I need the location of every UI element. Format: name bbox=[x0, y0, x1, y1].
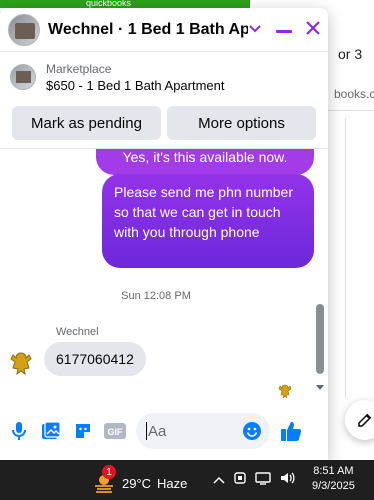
chat-title[interactable]: Wechnel · 1 Bed 1 Bath Ap... bbox=[48, 21, 248, 39]
message-input[interactable]: Aa bbox=[136, 413, 270, 449]
tray-app-icon[interactable] bbox=[233, 471, 247, 490]
new-message-button[interactable] bbox=[345, 400, 374, 440]
listing-thumbnail bbox=[10, 64, 36, 90]
scroll-down-arrow-icon[interactable] bbox=[316, 385, 324, 390]
message-timestamp: Sun 12:08 PM bbox=[121, 290, 191, 302]
notification-badge: 1 bbox=[102, 465, 116, 479]
message-composer: GIF Aa bbox=[0, 408, 328, 454]
outgoing-message[interactable]: Please send me phn number so that we can… bbox=[102, 174, 314, 268]
like-thumbs-up-icon[interactable] bbox=[280, 420, 302, 442]
weather-widget[interactable]: 1 29°C Haze bbox=[92, 465, 188, 494]
more-options-button[interactable]: More options bbox=[167, 106, 316, 140]
message-scrollbar[interactable] bbox=[316, 149, 324, 397]
chat-window: Wechnel · 1 Bed 1 Bath Ap... Marketplace… bbox=[0, 8, 328, 460]
quickbooks-logo-text: quickbooks bbox=[86, 0, 132, 8]
system-tray bbox=[213, 471, 295, 490]
weather-condition: Haze bbox=[157, 475, 188, 491]
mark-as-pending-button[interactable]: Mark as pending bbox=[12, 106, 161, 140]
gif-icon[interactable]: GIF bbox=[104, 420, 126, 442]
chevron-up-icon[interactable] bbox=[213, 472, 225, 490]
sender-name: Wechnel bbox=[56, 326, 99, 338]
compose-icon bbox=[358, 413, 372, 427]
clock-date: 9/3/2025 bbox=[312, 480, 355, 492]
text-caret bbox=[146, 422, 147, 440]
outgoing-message[interactable]: Yes, it's this available now. bbox=[96, 149, 314, 175]
close-icon[interactable] bbox=[306, 20, 320, 39]
seen-receipt-icon bbox=[278, 384, 292, 398]
marketplace-listing[interactable]: Marketplace $650 - 1 Bed 1 Bath Apartmen… bbox=[0, 52, 328, 102]
background-divider bbox=[328, 110, 374, 111]
background-heading-fragment: or 3 bbox=[338, 46, 363, 62]
chevron-down-icon[interactable] bbox=[248, 22, 262, 38]
svg-text:GIF: GIF bbox=[108, 427, 124, 437]
temperature: 29°C bbox=[122, 475, 152, 491]
minimize-icon[interactable] bbox=[276, 22, 292, 38]
listing-source-label: Marketplace bbox=[46, 61, 112, 76]
clock-time: 8:51 AM bbox=[313, 465, 354, 477]
emoji-icon[interactable] bbox=[242, 421, 262, 445]
background-url-fragment: books.c bbox=[334, 87, 374, 101]
background-divider-vertical bbox=[345, 118, 346, 398]
listing-title: $650 - 1 Bed 1 Bath Apartment bbox=[46, 77, 225, 93]
listing-actions: Mark as pending More options bbox=[0, 102, 328, 144]
contact-avatar[interactable] bbox=[8, 13, 40, 46]
network-icon[interactable] bbox=[255, 471, 271, 490]
photo-icon[interactable] bbox=[40, 420, 62, 442]
microphone-icon[interactable] bbox=[8, 420, 30, 442]
volume-icon[interactable] bbox=[279, 471, 295, 490]
taskbar-clock[interactable]: 8:51 AM 9/3/2025 bbox=[312, 464, 355, 494]
chat-header[interactable]: Wechnel · 1 Bed 1 Bath Ap... bbox=[0, 8, 328, 52]
sender-avatar-icon[interactable] bbox=[8, 349, 34, 377]
incoming-message[interactable]: 6177060412 bbox=[44, 342, 146, 376]
quickbooks-banner: quickbooks bbox=[0, 0, 250, 8]
message-thread[interactable]: Yes, it's this available now. Please sen… bbox=[0, 148, 328, 398]
message-input-placeholder: Aa bbox=[148, 422, 167, 440]
scrollbar-thumb[interactable] bbox=[316, 304, 324, 374]
sticker-icon[interactable] bbox=[72, 420, 94, 442]
windows-taskbar: 1 29°C Haze 8:51 AM 9/3/2025 bbox=[0, 460, 374, 500]
